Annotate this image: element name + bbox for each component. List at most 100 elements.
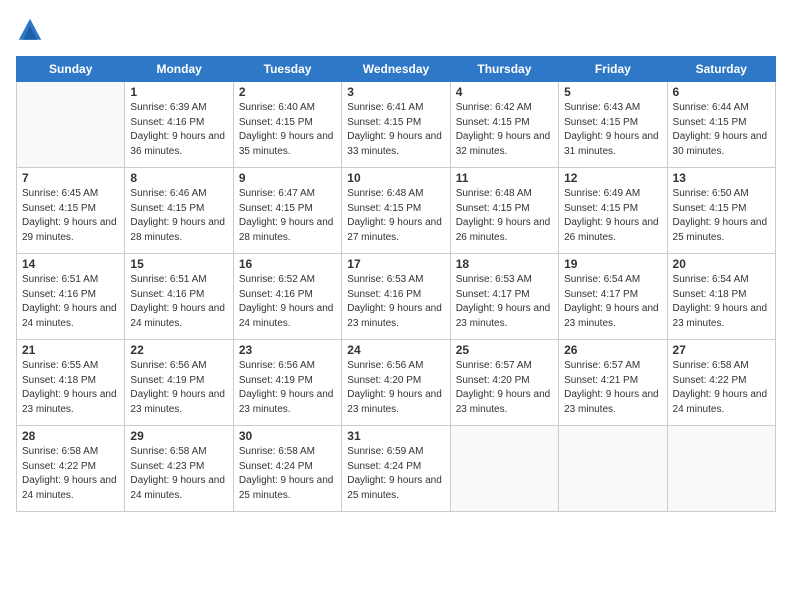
day-number: 24	[347, 343, 444, 357]
day-number: 18	[456, 257, 553, 271]
calendar-cell: 9Sunrise: 6:47 AMSunset: 4:15 PMDaylight…	[233, 168, 341, 254]
daylight: Daylight: 9 hours and 24 minutes.	[130, 475, 225, 501]
calendar-cell	[667, 426, 775, 512]
calendar-cell: 1Sunrise: 6:39 AMSunset: 4:16 PMDaylight…	[125, 82, 233, 168]
day-info: Sunrise: 6:48 AMSunset: 4:15 PMDaylight:…	[347, 187, 444, 245]
daylight: Daylight: 9 hours and 23 minutes.	[564, 303, 659, 329]
day-info: Sunrise: 6:48 AMSunset: 4:15 PMDaylight:…	[456, 187, 553, 245]
day-info: Sunrise: 6:56 AMSunset: 4:20 PMDaylight:…	[347, 359, 444, 417]
daylight: Daylight: 9 hours and 24 minutes.	[239, 303, 334, 329]
day-number: 28	[22, 429, 119, 443]
sunrise: Sunrise: 6:58 AM	[130, 446, 206, 457]
sunset: Sunset: 4:15 PM	[239, 117, 313, 128]
sunrise: Sunrise: 6:43 AM	[564, 102, 640, 113]
day-number: 27	[673, 343, 770, 357]
calendar-cell: 4Sunrise: 6:42 AMSunset: 4:15 PMDaylight…	[450, 82, 558, 168]
day-info: Sunrise: 6:54 AM Sunset: 4:17 PM Daylight:…	[564, 273, 661, 331]
sunset: Sunset: 4:16 PM	[130, 117, 204, 128]
calendar-cell: 28 Sunrise: 6:58 AMSunset: 4:22 PMDayligh…	[17, 426, 125, 512]
day-number: 11	[456, 171, 553, 185]
sunset: Sunset: 4:17 PM	[564, 289, 638, 300]
day-info: Sunrise: 6:58 AMSunset: 4:22 PMDaylight:…	[22, 445, 119, 503]
sunrise: Sunrise: 6:42 AM	[456, 102, 532, 113]
day-info: Sunrise: 6:58 AMSunset: 4:24 PMDaylight:…	[239, 445, 336, 503]
daylight: Daylight: 9 hours and 23 minutes.	[22, 389, 117, 415]
daylight: Daylight: 9 hours and 26 minutes.	[456, 217, 551, 243]
daylight: Daylight: 9 hours and 36 minutes.	[130, 131, 225, 157]
day-number: 8	[130, 171, 227, 185]
sunrise: Sunrise: 6:54 AM	[564, 274, 640, 285]
daylight: Daylight: 9 hours and 23 minutes.	[673, 303, 768, 329]
day-info: Sunrise: 6:44 AMSunset: 4:15 PMDaylight:…	[673, 101, 770, 159]
sunset: Sunset: 4:21 PM	[564, 375, 638, 386]
daylight: Daylight: 9 hours and 25 minutes.	[347, 475, 442, 501]
calendar-cell: 21Sunrise: 6:55 AMSunset: 4:18 PMDayligh…	[17, 340, 125, 426]
day-number: 14	[22, 257, 119, 271]
daylight: Daylight: 9 hours and 26 minutes.	[564, 217, 659, 243]
daylight: Daylight: 9 hours and 29 minutes.	[22, 217, 117, 243]
sunset: Sunset: 4:20 PM	[456, 375, 530, 386]
sunrise: Sunrise: 6:40 AM	[239, 102, 315, 113]
sunset: Sunset: 4:22 PM	[673, 375, 747, 386]
sunrise: Sunrise: 6:45 AM	[22, 188, 98, 199]
sunset: Sunset: 4:23 PM	[130, 461, 204, 472]
sunrise: Sunrise: 6:58 AM	[22, 446, 98, 457]
sunrise: Sunrise: 6:58 AM	[239, 446, 315, 457]
sunrise: Sunrise: 6:52 AM	[239, 274, 315, 285]
calendar-table: SundayMondayTuesdayWednesdayThursdayFrid…	[16, 56, 776, 512]
sunset: Sunset: 4:24 PM	[347, 461, 421, 472]
header-day: Tuesday	[233, 57, 341, 82]
calendar-cell: 16Sunrise: 6:52 AMSunset: 4:16 PMDayligh…	[233, 254, 341, 340]
sunset: Sunset: 4:15 PM	[22, 203, 96, 214]
calendar-cell: 12Sunrise: 6:49 AMSunset: 4:15 PMDayligh…	[559, 168, 667, 254]
calendar-cell	[450, 426, 558, 512]
header-day: Wednesday	[342, 57, 450, 82]
sunset: Sunset: 4:16 PM	[130, 289, 204, 300]
day-number: 4	[456, 85, 553, 99]
header-day: Saturday	[667, 57, 775, 82]
day-info: Sunrise: 6:43 AMSunset: 4:15 PMDaylight:…	[564, 101, 661, 159]
day-info: Sunrise: 6:53 AMSunset: 4:16 PMDaylight:…	[347, 273, 444, 331]
sunrise: Sunrise: 6:51 AM	[130, 274, 206, 285]
sunrise: Sunrise: 6:57 AM	[456, 360, 532, 371]
day-number: 15	[130, 257, 227, 271]
sunrise: Sunrise: 6:56 AM	[239, 360, 315, 371]
sunrise: Sunrise: 6:44 AM	[673, 102, 749, 113]
sunrise: Sunrise: 6:53 AM	[456, 274, 532, 285]
daylight: Daylight: 9 hours and 23 minutes.	[239, 389, 334, 415]
day-number: 31	[347, 429, 444, 443]
sunset: Sunset: 4:17 PM	[456, 289, 530, 300]
sunrise: Sunrise: 6:55 AM	[22, 360, 98, 371]
daylight: Daylight: 9 hours and 25 minutes.	[239, 475, 334, 501]
daylight: Daylight: 9 hours and 23 minutes.	[456, 389, 551, 415]
sunset: Sunset: 4:15 PM	[347, 203, 421, 214]
day-number: 13	[673, 171, 770, 185]
day-number: 5	[564, 85, 661, 99]
sunrise: Sunrise: 6:51 AM	[22, 274, 98, 285]
daylight: Daylight: 9 hours and 23 minutes.	[347, 389, 442, 415]
calendar-cell	[559, 426, 667, 512]
page-header	[16, 16, 776, 44]
daylight: Daylight: 9 hours and 30 minutes.	[673, 131, 768, 157]
calendar-cell: 2Sunrise: 6:40 AMSunset: 4:15 PMDaylight…	[233, 82, 341, 168]
calendar-cell: 23Sunrise: 6:56 AMSunset: 4:19 PMDayligh…	[233, 340, 341, 426]
sunrise: Sunrise: 6:54 AM	[673, 274, 749, 285]
calendar-cell: 10Sunrise: 6:48 AMSunset: 4:15 PMDayligh…	[342, 168, 450, 254]
day-info: Sunrise: 6:49 AMSunset: 4:15 PMDaylight:…	[564, 187, 661, 245]
daylight: Daylight: 9 hours and 24 minutes.	[22, 475, 117, 501]
header-day: Sunday	[17, 57, 125, 82]
day-info: Sunrise: 6:53 AMSunset: 4:17 PMDaylight:…	[456, 273, 553, 331]
sunset: Sunset: 4:20 PM	[347, 375, 421, 386]
sunset: Sunset: 4:15 PM	[564, 203, 638, 214]
day-number: 9	[239, 171, 336, 185]
daylight: Daylight: 9 hours and 28 minutes.	[239, 217, 334, 243]
sunrise: Sunrise: 6:56 AM	[130, 360, 206, 371]
day-info: Sunrise: 6:55 AMSunset: 4:18 PMDaylight:…	[22, 359, 119, 417]
daylight: Daylight: 9 hours and 31 minutes.	[564, 131, 659, 157]
sunset: Sunset: 4:16 PM	[347, 289, 421, 300]
day-number: 23	[239, 343, 336, 357]
calendar-cell: 5 Sunrise: 6:43 AMSunset: 4:15 PMDaylight…	[559, 82, 667, 168]
calendar-cell: 3Sunrise: 6:41 AMSunset: 4:15 PMDaylight…	[342, 82, 450, 168]
sunset: Sunset: 4:15 PM	[456, 203, 530, 214]
calendar-cell: 6Sunrise: 6:44 AMSunset: 4:15 PMDaylight…	[667, 82, 775, 168]
